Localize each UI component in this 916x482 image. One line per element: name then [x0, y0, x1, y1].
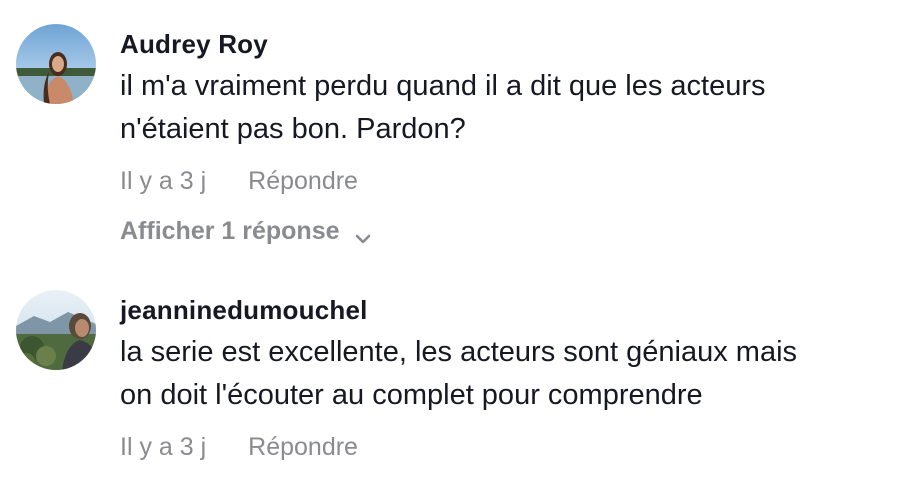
comment-username[interactable]: jeanninedumouchel — [120, 290, 906, 330]
avatar-photo-icon — [16, 24, 96, 104]
comment-text-line: n'étaient pas bon. Pardon? — [120, 113, 466, 145]
comment-timestamp: Il y a 3 j — [120, 433, 207, 461]
comment-text: la serie est excellente, les acteurs son… — [120, 331, 906, 417]
comment-text-line: la serie est excellente, les acteurs son… — [120, 336, 798, 368]
reply-button[interactable]: Répondre — [248, 429, 358, 465]
comment-body: jeanninedumouchel la serie est excellent… — [120, 290, 906, 465]
avatar[interactable] — [16, 24, 96, 104]
comment-text-line: il m'a vraiment perdu quand il a dit que… — [120, 70, 766, 102]
comment-body: Audrey Roy il m'a vraiment perdu quand i… — [120, 24, 906, 249]
view-replies-label: Afficher 1 réponse — [120, 217, 340, 245]
chevron-down-icon — [354, 222, 372, 244]
comment-meta: Il y a 3 j Répondre — [120, 163, 906, 199]
comment-meta: Il y a 3 j Répondre — [120, 429, 906, 465]
comment-text-line: on doit l'écouter au complet pour compre… — [120, 379, 703, 411]
avatar-photo-icon — [16, 290, 96, 370]
avatar[interactable] — [16, 290, 96, 370]
comment-timestamp: Il y a 3 j — [120, 167, 207, 195]
view-replies-button[interactable]: Afficher 1 réponse — [120, 213, 906, 249]
comment-text: il m'a vraiment perdu quand il a dit que… — [120, 65, 906, 151]
comment-username[interactable]: Audrey Roy — [120, 24, 906, 64]
reply-button[interactable]: Répondre — [248, 163, 358, 199]
